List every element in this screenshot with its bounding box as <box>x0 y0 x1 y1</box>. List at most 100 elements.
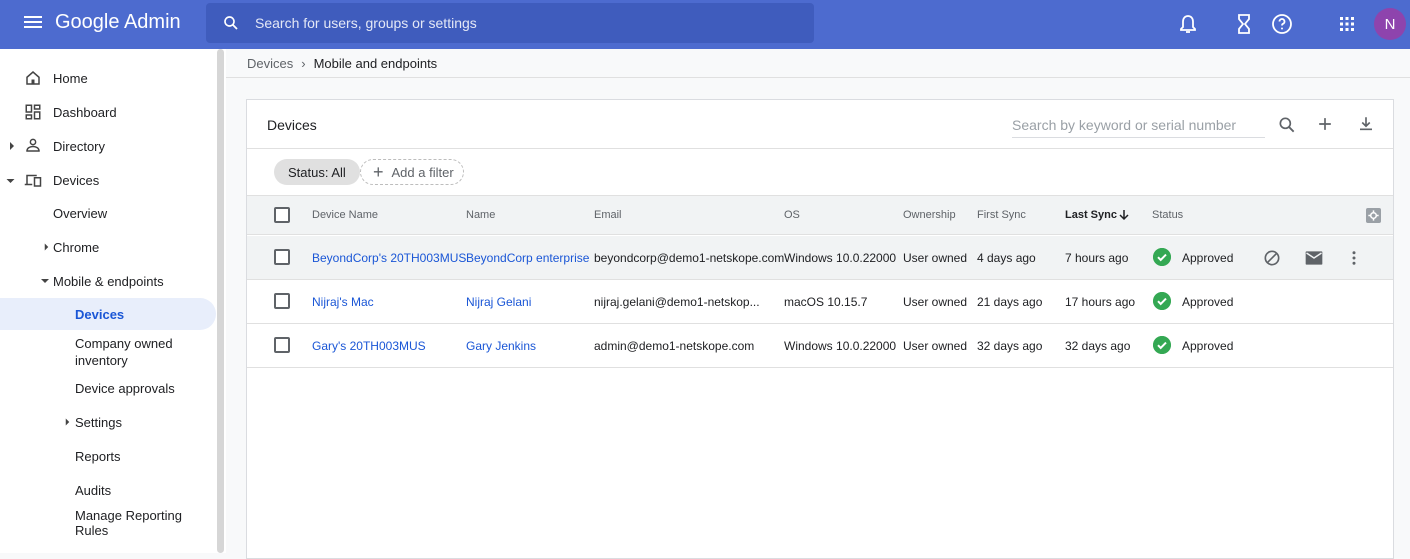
last-sync-cell: 17 hours ago <box>1065 295 1136 309</box>
status-cell: Approved <box>1182 251 1234 265</box>
sort-descending-icon[interactable] <box>1118 209 1130 221</box>
sidebar-item-mobile-endpoints[interactable]: Mobile & endpoints <box>0 265 216 297</box>
global-search[interactable] <box>206 3 814 43</box>
plus-icon: + <box>373 162 384 182</box>
row-checkbox[interactable] <box>274 293 290 309</box>
breadcrumb-current: Mobile and endpoints <box>313 56 438 71</box>
person-icon <box>26 138 40 152</box>
table-row[interactable]: Nijraj's Mac Nijraj Gelani nijraj.gelani… <box>247 280 1393 324</box>
breadcrumb-separator: › <box>301 56 306 71</box>
row-checkbox[interactable] <box>274 337 290 353</box>
sidebar-item-home[interactable]: Home <box>0 62 216 94</box>
sidebar-item-settings[interactable]: Settings <box>0 406 216 438</box>
sidebar-item-label: Manage Reporting Rules <box>75 508 182 538</box>
global-search-input[interactable] <box>255 3 795 43</box>
column-ownership[interactable]: Ownership <box>903 209 956 221</box>
sidebar-item-label: Devices <box>75 306 125 322</box>
sidebar-item-reports[interactable]: Reports <box>0 440 216 472</box>
ownership-cell: User owned <box>903 295 968 309</box>
chevron-down-icon <box>41 279 49 283</box>
status-filter-chip[interactable]: Status: All <box>274 159 360 185</box>
status-cell: Approved <box>1182 339 1234 353</box>
last-sync-cell: 32 days ago <box>1065 339 1131 353</box>
user-name-link[interactable]: Gary Jenkins <box>466 339 536 353</box>
sidebar-item-company-inventory[interactable]: Company owned inventory <box>0 333 216 371</box>
sidebar-item-label: Mobile & endpoints <box>53 273 164 289</box>
device-name-link[interactable]: Gary's 20TH003MUS <box>312 339 426 353</box>
chevron-right-icon <box>10 142 14 150</box>
divider <box>247 148 1393 149</box>
sidebar-item-label: Chrome <box>53 239 100 255</box>
device-search[interactable] <box>1012 114 1265 138</box>
table-row[interactable]: BeyondCorp's 20TH003MUS BeyondCorp enter… <box>247 236 1393 280</box>
column-os[interactable]: OS <box>784 209 800 221</box>
breadcrumb-root[interactable]: Devices <box>247 56 293 71</box>
os-cell: Windows 10.0.22000 <box>784 251 897 265</box>
os-cell: Windows 10.0.22000 <box>784 339 897 353</box>
sidebar-item-label: Devices <box>53 172 100 188</box>
device-name-link[interactable]: BeyondCorp's 20TH003MUS <box>312 251 466 265</box>
sidebar-item-directory[interactable]: Directory <box>0 130 216 162</box>
chevron-right-icon <box>65 418 70 426</box>
account-avatar[interactable]: N <box>1374 8 1406 40</box>
email-cell: nijraj.gelani@demo1-netskop... <box>594 295 760 309</box>
more-vert-icon[interactable] <box>1345 248 1363 268</box>
column-device-name[interactable]: Device Name <box>312 209 378 221</box>
hourglass-icon[interactable] <box>1232 12 1256 36</box>
search-icon <box>224 16 238 30</box>
sidebar-item-devices[interactable]: Devices <box>0 164 216 196</box>
column-first-sync[interactable]: First Sync <box>977 209 1026 221</box>
home-icon <box>26 71 40 85</box>
sidebar-item-chrome[interactable]: Chrome <box>0 231 216 263</box>
user-name-link[interactable]: BeyondCorp enterprise <box>466 251 589 265</box>
chevron-right-icon <box>44 243 49 251</box>
column-last-sync[interactable]: Last Sync <box>1065 209 1117 221</box>
chevron-down-icon <box>6 179 15 183</box>
sidebar-item-audits[interactable]: Audits <box>0 474 216 506</box>
column-email[interactable]: Email <box>594 209 622 221</box>
sidebar-item-label: Home <box>53 70 88 86</box>
add-filter-label: Add a filter <box>391 164 454 180</box>
sidebar-item-overview[interactable]: Overview <box>0 197 216 229</box>
device-name-link[interactable]: Nijraj's Mac <box>312 295 374 309</box>
notifications-icon[interactable] <box>1176 12 1200 36</box>
email-icon[interactable] <box>1304 249 1324 267</box>
ownership-cell: User owned <box>903 339 968 353</box>
select-all-checkbox[interactable] <box>274 207 290 223</box>
add-filter-button[interactable]: + Add a filter <box>360 159 464 185</box>
sidebar-item-reporting-rules[interactable]: Manage Reporting Rules <box>0 507 216 539</box>
breadcrumb: Devices › Mobile and endpoints <box>247 56 437 71</box>
column-settings-icon[interactable] <box>1366 208 1381 223</box>
last-sync-cell: 7 hours ago <box>1065 251 1129 265</box>
sidebar-item-label: Directory <box>53 138 106 154</box>
sidebar-item-device-approvals[interactable]: Device approvals <box>0 372 216 404</box>
sidebar-item-dashboard[interactable]: Dashboard <box>0 96 216 128</box>
download-icon[interactable] <box>1357 114 1375 134</box>
search-icon[interactable] <box>1277 115 1297 135</box>
email-cell: admin@demo1-netskope.com <box>594 339 755 353</box>
sidebar-scrollbar[interactable] <box>217 49 224 553</box>
main-menu-icon[interactable] <box>22 13 44 35</box>
column-name[interactable]: Name <box>466 209 495 221</box>
device-search-input[interactable] <box>1012 114 1265 136</box>
row-checkbox[interactable] <box>274 249 290 265</box>
block-icon[interactable] <box>1262 248 1282 268</box>
column-status[interactable]: Status <box>1152 209 1183 221</box>
table-row[interactable]: Gary's 20TH003MUS Gary Jenkins admin@dem… <box>247 324 1393 368</box>
devices-icon <box>24 174 42 187</box>
table-header: Device Name Name Email OS Ownership Firs… <box>247 195 1393 235</box>
sidebar-item-devices-selected[interactable]: Devices <box>0 298 216 330</box>
apps-grid-icon[interactable] <box>1335 12 1359 36</box>
first-sync-cell: 21 days ago <box>977 295 1043 309</box>
sidebar-item-label: Audits <box>75 482 112 498</box>
card-title: Devices <box>267 117 317 133</box>
approved-check-icon <box>1153 292 1171 310</box>
help-icon[interactable] <box>1270 12 1294 36</box>
devices-card: Devices Status: All + Add a filter Devic… <box>246 99 1394 559</box>
user-name-link[interactable]: Nijraj Gelani <box>466 295 531 309</box>
divider <box>226 77 1410 78</box>
os-cell: macOS 10.15.7 <box>784 295 868 309</box>
ownership-cell: User owned <box>903 251 968 265</box>
app-brand[interactable]: Google Admin <box>55 11 181 34</box>
add-device-icon[interactable] <box>1315 114 1335 134</box>
